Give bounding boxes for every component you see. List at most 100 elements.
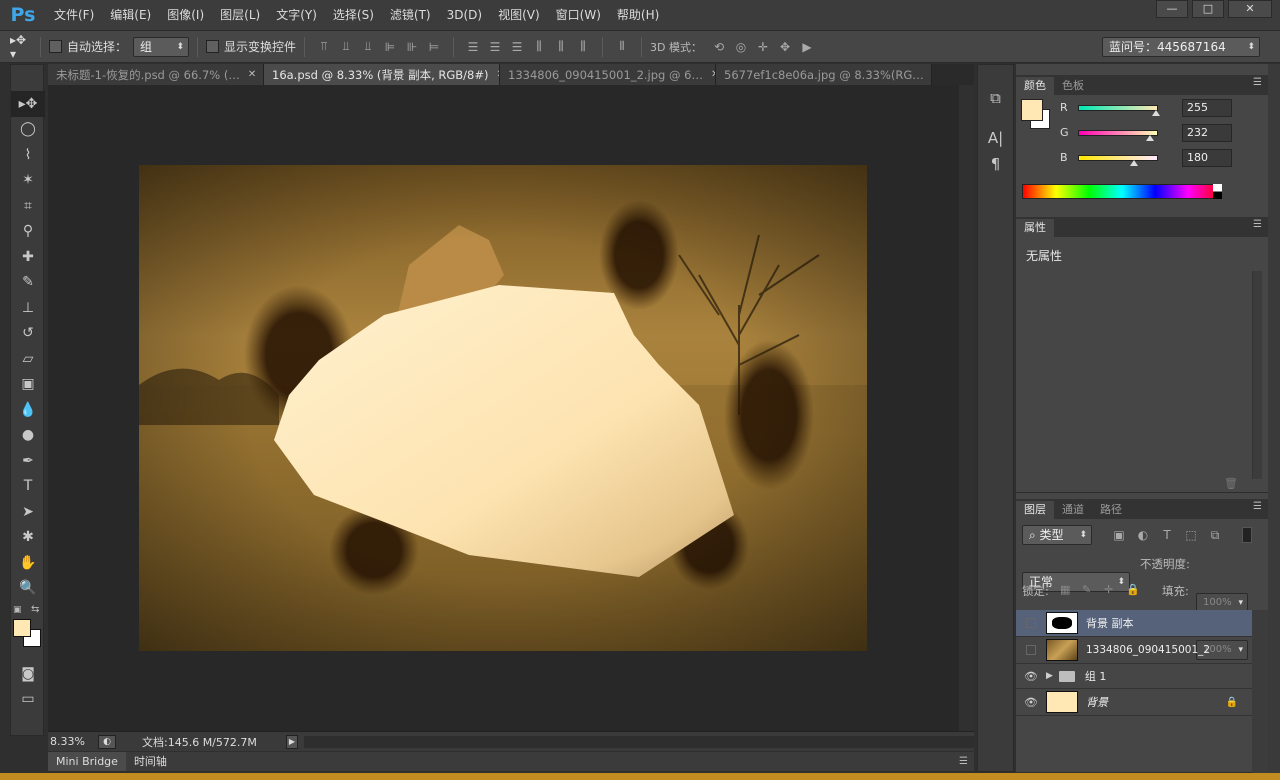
eraser-icon[interactable]: ▱ [11,346,45,372]
doc-tab[interactable]: 未标题-1-恢复的.psd @ 66.7% (… ✕ [48,64,264,85]
menu-3d[interactable]: 3D(D) [439,0,490,30]
tab-properties[interactable]: 属性 [1016,219,1054,237]
visibility-toggle[interactable] [1026,618,1036,628]
menu-window[interactable]: 窗口(W) [548,0,609,30]
align-right-icon[interactable]: ⊨ [423,36,445,58]
dodge-icon[interactable]: ● [11,423,45,449]
layer-row[interactable]: 1334806_090415001_2 [1016,637,1252,664]
tab-timeline[interactable]: 时间轴 [126,752,175,771]
close-button[interactable]: ✕ [1228,0,1272,18]
layers-scrollbar[interactable] [1252,610,1268,780]
layer-name[interactable]: 组 1 [1085,668,1107,684]
healing-brush-icon[interactable]: ✚ [11,244,45,270]
align-vcenter-icon[interactable]: ⫫ [335,36,357,58]
custom-shape-icon[interactable]: ✱ [11,525,45,551]
filter-smart-icon[interactable]: ⧉ [1204,524,1226,546]
status-menu-arrow-icon[interactable]: ▶ [286,734,298,749]
3d-scale-icon[interactable]: ▶ [796,36,818,58]
spectrum-white-black[interactable] [1213,184,1222,199]
show-transform-checkbox[interactable] [206,40,220,53]
color-spectrum[interactable] [1022,184,1222,199]
distribute-right-icon[interactable]: ⫼ [572,36,594,58]
layer-row[interactable]: 👁 ▶ 组 1 [1016,664,1252,689]
eye-icon[interactable]: 👁 [1016,670,1046,683]
filter-shape-icon[interactable]: ⬚ [1180,524,1202,546]
screen-mode-icon[interactable]: ▭ [11,687,45,713]
clone-stamp-icon[interactable]: ⊥ [11,295,45,321]
quick-mask-icon[interactable]: ◙ [11,661,45,687]
doc-tab[interactable]: 5677ef1c8e06a.jpg @ 8.33%(RG…✕ [716,64,932,85]
g-value[interactable]: 232 [1182,123,1232,142]
menu-filter[interactable]: 滤镜(T) [382,0,439,30]
workspace-dropdown[interactable]: 蓝问号：445687164 ⬍ [1102,37,1260,57]
doc-tab-active[interactable]: 16a.psd @ 8.33% (背景 副本, RGB/8#)✕ [264,64,500,85]
status-options-icon[interactable]: ◐ [98,734,116,749]
b-slider[interactable]: B 180 [1060,148,1232,167]
zoom-level[interactable]: 8.33% [48,735,98,748]
horizontal-scrollbar[interactable] [304,735,974,748]
r-value[interactable]: 255 [1182,98,1232,117]
zoom-icon[interactable]: 🔍 [11,576,45,602]
auto-select-checkbox[interactable] [49,40,62,53]
move-tool-preset-icon[interactable]: ▸✥ ▾ [10,33,32,61]
polygon-lasso-icon[interactable]: ⌇ [11,142,45,168]
history-panel-icon[interactable]: ⧉ [978,85,1013,111]
expand-arrow-icon[interactable]: ▶ [1046,671,1053,681]
close-tab-icon[interactable]: ✕ [248,65,256,85]
fg-swatch[interactable] [1021,99,1043,121]
r-slider[interactable]: R 255 [1060,98,1232,117]
menu-file[interactable]: 文件(F) [46,0,102,30]
layer-name[interactable]: 背景 副本 [1086,615,1134,631]
menu-layer[interactable]: 图层(L) [212,0,268,30]
paragraph-panel-icon[interactable]: ¶ [978,151,1013,177]
menu-image[interactable]: 图像(I) [159,0,212,30]
filter-pixel-icon[interactable]: ▣ [1108,524,1130,546]
lock-all-icon[interactable]: 🔒 [1126,583,1140,596]
history-brush-icon[interactable]: ↺ [11,321,45,347]
layer-name[interactable]: 1334806_090415001_2 [1086,644,1210,656]
align-hcenter-icon[interactable]: ⊪ [401,36,423,58]
distribute-top-icon[interactable]: ☰ [462,36,484,58]
distribute-vcenter-icon[interactable]: ☰ [484,36,506,58]
lock-image-icon[interactable]: ✎ [1082,583,1091,596]
gradient-icon[interactable]: ▣ [11,372,45,398]
tab-layers[interactable]: 图层 [1016,501,1054,519]
tab-color[interactable]: 颜色 [1016,77,1054,95]
menu-type[interactable]: 文字(Y) [268,0,325,30]
distribute-hcenter-icon[interactable]: ⫼ [550,36,572,58]
trash-icon[interactable]: 🗑 [1224,477,1238,490]
auto-select-dropdown[interactable]: 组 ⬍ [133,36,190,57]
filter-toggle[interactable] [1242,527,1252,543]
3d-slide-icon[interactable]: ✥ [774,36,796,58]
panel-menu-icon[interactable]: ☰ [959,756,968,767]
foreground-color-swatch[interactable] [13,619,31,637]
move-tool-icon[interactable]: ▸✥ [11,91,45,117]
document-canvas[interactable] [139,165,867,651]
b-thumb[interactable] [1130,160,1138,166]
tab-swatches[interactable]: 色板 [1054,77,1092,95]
r-thumb[interactable] [1152,110,1160,116]
align-left-icon[interactable]: ⊫ [379,36,401,58]
character-panel-icon[interactable]: A| [978,125,1013,151]
3d-roll-icon[interactable]: ◎ [730,36,752,58]
vertical-scrollbar[interactable] [959,85,974,731]
auto-align-icon[interactable]: ⫴ [611,36,633,58]
minimize-button[interactable]: — [1156,0,1188,18]
doc-tab[interactable]: 1334806_090415001_2.jpg @ 6…✕ [500,64,716,85]
g-thumb[interactable] [1146,135,1154,141]
3d-rotate-icon[interactable]: ⟲ [708,36,730,58]
menu-edit[interactable]: 编辑(E) [102,0,159,30]
lock-position-icon[interactable]: ✛ [1104,583,1113,596]
type-icon[interactable]: T [11,474,45,500]
panel-menu-icon[interactable]: ☰ [1253,77,1262,88]
hand-icon[interactable]: ✋ [11,550,45,576]
menu-view[interactable]: 视图(V) [490,0,548,30]
tab-mini-bridge[interactable]: Mini Bridge [48,752,126,771]
ellipse-marquee-icon[interactable]: ◯ [11,117,45,143]
layer-row[interactable]: 背景 副本 [1016,610,1252,637]
swap-colors-icon[interactable]: ⇆ [31,604,39,615]
filter-adjustment-icon[interactable]: ◐ [1132,524,1154,546]
default-colors-icon[interactable]: ▣ [13,605,22,615]
filter-type-icon[interactable]: T [1156,524,1178,546]
canvas-area[interactable] [48,85,959,731]
